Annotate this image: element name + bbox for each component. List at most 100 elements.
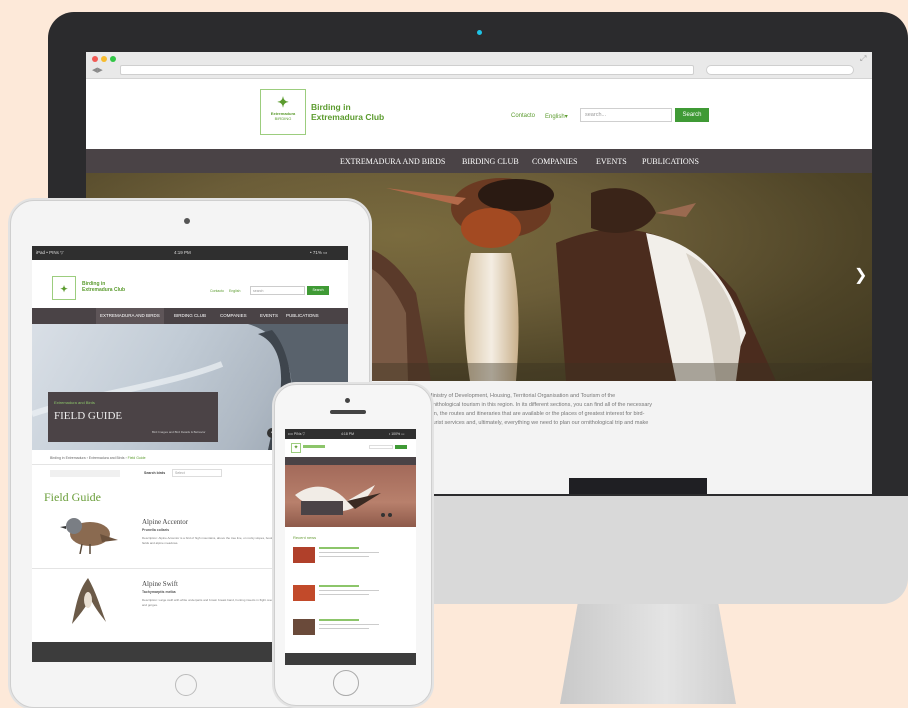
site-title-line2: Extremadura Club xyxy=(82,286,126,293)
address-bar[interactable] xyxy=(120,65,694,75)
phone-search-input[interactable] xyxy=(369,445,393,449)
close-window-icon[interactable] xyxy=(92,56,98,62)
nav-birding-club[interactable]: BIRDING CLUB xyxy=(462,157,519,166)
site-title-line2: Extremadura Club xyxy=(311,111,385,122)
news-thumbnail[interactable] xyxy=(293,619,315,635)
contact-link[interactable]: Contacto xyxy=(210,289,224,293)
browser-search-box[interactable] xyxy=(706,65,854,75)
breadcrumb: Birding in Extremadura › Extremadura and… xyxy=(50,456,146,460)
nav-companies[interactable]: COMPANIES xyxy=(220,308,247,324)
nav-extremadura-and-birds[interactable]: EXTREMADURA AND BIRDS xyxy=(340,157,445,166)
back-forward-icon[interactable]: ◀▶ xyxy=(92,66,103,74)
chevron-down-icon: ▾ xyxy=(564,114,568,120)
news-thumbnail[interactable] xyxy=(293,585,315,601)
bird-logo-icon: ✦ xyxy=(277,94,289,110)
alpine-swift-image xyxy=(72,578,106,624)
site-search-input[interactable]: search... xyxy=(580,108,672,122)
nav-events[interactable]: EVENTS xyxy=(596,157,627,166)
alpine-accentor-image xyxy=(60,518,118,554)
breadcrumb-item[interactable]: Extremadura and Birds xyxy=(89,456,125,460)
breadcrumb-item[interactable]: Birding in Extremadura xyxy=(50,456,86,460)
site-search-button[interactable]: Search xyxy=(307,286,329,295)
main-navigation: EXTREMADURA AND BIRDS BIRDING CLUB COMPA… xyxy=(86,149,872,173)
maximize-window-icon[interactable] xyxy=(110,56,116,62)
status-battery: • 71% ▭ xyxy=(310,250,328,255)
nav-events[interactable]: EVENTS xyxy=(260,308,278,324)
hero-caption: Bird Images and Bird Details & Behavior xyxy=(152,430,206,434)
news-excerpt xyxy=(319,628,369,629)
language-selector[interactable]: English▾ xyxy=(545,113,568,120)
nav-birding-club[interactable]: BIRDING CLUB xyxy=(174,308,206,324)
slider-prev-icon[interactable] xyxy=(381,513,385,517)
minimize-window-icon[interactable] xyxy=(101,56,107,62)
bird-scientific-name: Prunella collaris xyxy=(142,528,170,532)
intro-line: tion, the routes and itineraries that ar… xyxy=(428,411,645,417)
bird-logo-icon: ✦ xyxy=(60,284,68,294)
nav-extremadura-and-birds[interactable]: EXTREMADURA AND BIRDS xyxy=(96,308,164,324)
intro-line: Ministry of Development, Housing, Territ… xyxy=(428,393,616,399)
site-header: ✦ Extremadura BIRDING Birding in Extrema… xyxy=(86,79,872,149)
site-logo[interactable]: ✦ Extremadura BIRDING xyxy=(260,89,306,135)
fullscreen-icon[interactable]: ⤢ xyxy=(860,54,866,64)
nav-companies[interactable]: COMPANIES xyxy=(532,157,578,166)
nav-publications[interactable]: PUBLICATIONS xyxy=(286,308,319,324)
intro-line: tourist services and, ultimately, everyt… xyxy=(428,420,649,426)
news-excerpt xyxy=(319,594,369,595)
site-search-input[interactable]: search xyxy=(250,286,305,295)
filter-select[interactable] xyxy=(50,470,120,477)
nav-publications[interactable]: PUBLICATIONS xyxy=(642,157,699,166)
tablet-home-button[interactable] xyxy=(175,674,197,696)
tablet-site-title[interactable]: Birding in Extremadura Club xyxy=(82,281,126,294)
phone-camera xyxy=(345,398,350,403)
site-search-button[interactable]: Search xyxy=(675,108,709,122)
video-thumbnail[interactable] xyxy=(569,478,707,494)
bird-scientific-name: Tachymarptis melba xyxy=(142,590,176,594)
news-excerpt xyxy=(319,552,379,553)
bird-name[interactable]: Alpine Swift xyxy=(142,580,178,588)
news-excerpt xyxy=(319,590,379,591)
tablet-site-logo[interactable]: ✦ xyxy=(52,276,76,300)
status-battery: • 100% ▭ xyxy=(389,432,405,436)
monitor-stand xyxy=(560,604,736,704)
phone-main-navigation[interactable] xyxy=(285,457,416,465)
flying-bird-image xyxy=(295,485,381,512)
bird-logo-icon: ✦ xyxy=(293,445,299,451)
phone-site-title[interactable] xyxy=(303,445,325,448)
news-title[interactable] xyxy=(319,585,359,587)
phone-search-button[interactable] xyxy=(395,445,407,449)
browser-chrome: ◀▶ ⤢ xyxy=(86,52,872,79)
phone-screen: •••• PINs ▽ 4:18 PM • 100% ▭ ✦ Recent ne… xyxy=(285,429,416,665)
tablet-camera xyxy=(184,218,190,224)
status-carrier: •••• PINs ▽ xyxy=(288,432,306,436)
slider-next-icon[interactable] xyxy=(388,513,392,517)
news-section-title: Recent news xyxy=(293,535,317,540)
news-thumbnail[interactable] xyxy=(293,547,315,563)
bird-description: Description: Large swift with white unde… xyxy=(142,598,280,607)
page-title: Field Guide xyxy=(44,490,101,504)
news-excerpt xyxy=(319,624,379,625)
hero-caption-box xyxy=(301,501,343,515)
bird-name[interactable]: Alpine Accentor xyxy=(142,518,188,526)
hero-caption-box: Extremadura and Birds FIELD GUIDE Bird I… xyxy=(48,392,218,442)
tablet-status-bar: iPad • PINs ▽ 4:19 PM • 71% ▭ xyxy=(32,246,348,260)
breadcrumb-current: Field Guide xyxy=(127,456,146,460)
phone-speaker xyxy=(330,410,366,414)
bird-filter-input[interactable]: Select xyxy=(172,469,222,477)
language-selector[interactable]: English xyxy=(229,289,240,293)
hero-title: FIELD GUIDE xyxy=(54,410,123,422)
tablet-main-navigation: EXTREMADURA AND BIRDS BIRDING CLUB COMPA… xyxy=(32,308,348,324)
phone-site-logo[interactable]: ✦ xyxy=(291,443,301,453)
status-time: 4:19 PM xyxy=(174,250,191,255)
news-title[interactable] xyxy=(319,619,359,621)
bird-description: Description: Alpine Accentor is a bird o… xyxy=(142,536,276,545)
site-title[interactable]: Birding in Extremadura Club xyxy=(311,102,385,123)
intro-line: ornithological tourism in this region. I… xyxy=(428,402,652,408)
contact-link[interactable]: Contacto xyxy=(511,113,535,119)
logo-line2: BIRDING xyxy=(274,116,292,121)
news-title[interactable] xyxy=(319,547,359,549)
phone-footer xyxy=(285,653,416,665)
news-excerpt xyxy=(319,556,369,557)
phone-home-button[interactable] xyxy=(333,670,359,696)
phone-hero-banner xyxy=(285,465,416,527)
slider-next-arrow-icon[interactable]: ❯ xyxy=(854,265,867,285)
